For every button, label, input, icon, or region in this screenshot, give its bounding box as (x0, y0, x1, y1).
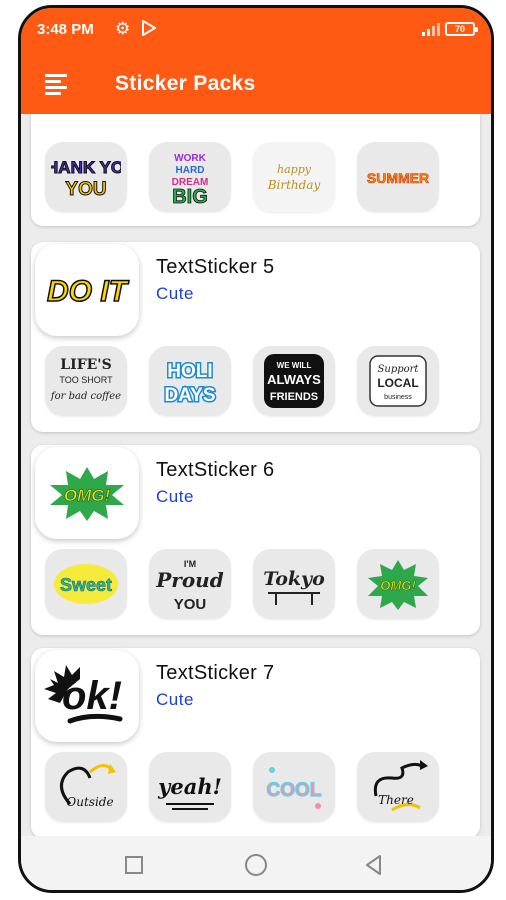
proud-of-you-sticker[interactable]: I'M Proud YOU (149, 549, 231, 619)
pack-title: TextSticker 6 (156, 459, 275, 481)
pack-tray-icon[interactable]: ok! (35, 650, 139, 742)
sticker-text: Sweet (60, 575, 112, 595)
svg-text:Support: Support (378, 364, 420, 375)
summer-sticker[interactable]: SUMMER (357, 142, 439, 212)
svg-text:HARD: HARD (176, 165, 205, 176)
sticker-text: yeah! (157, 774, 222, 799)
outside-sticker[interactable]: Outside (45, 752, 127, 822)
tray-text: DO IT (47, 275, 130, 308)
sticker-text: Tokyo (263, 568, 325, 590)
svg-text:business: business (384, 394, 412, 401)
tokyo-sticker[interactable]: Tokyo (253, 549, 335, 619)
support-local-sticker[interactable]: Support LOCAL business (357, 346, 439, 416)
svg-text:WE WILL: WE WILL (277, 361, 312, 370)
omg-sticker[interactable]: OMG! (357, 549, 439, 619)
holidays-sticker[interactable]: HOLI DAYS (149, 346, 231, 416)
phone-frame: 3:48 PM ⚙ 70 Sticker Packs THANK YOU (18, 5, 494, 893)
svg-text:FRIENDS: FRIENDS (270, 391, 318, 403)
svg-text:happy: happy (277, 163, 312, 176)
cool-sticker[interactable]: COOL (253, 752, 335, 822)
menu-icon[interactable] (45, 74, 71, 95)
work-hard-dream-big-sticker[interactable]: WORK HARD DREAM BIG (149, 142, 231, 212)
svg-text:Birthday: Birthday (267, 178, 321, 192)
sticker-text: SUMMER (367, 170, 429, 186)
svg-text:YOU: YOU (174, 596, 207, 613)
pack-subtitle: Cute (156, 487, 194, 506)
svg-text:LOCAL: LOCAL (377, 376, 418, 390)
thank-you-sticker[interactable]: THANK YOU YOU (45, 142, 127, 212)
yeah-sticker[interactable]: yeah! (149, 752, 231, 822)
sticker-text: COOL (267, 780, 322, 801)
pack-title: TextSticker 5 (156, 256, 275, 278)
sticker-pack-card[interactable]: OMG! TextSticker 6 Cute Sweet I'M Proud … (31, 445, 480, 635)
recent-apps-button[interactable] (125, 856, 143, 874)
sweet-sticker[interactable]: Sweet (45, 549, 127, 619)
back-button[interactable] (364, 854, 384, 876)
sticker-text: Outside (66, 795, 113, 809)
lifes-too-short-sticker[interactable]: LIFE'S TOO SHORT for bad coffee (45, 346, 127, 416)
gear-icon: ⚙ (115, 19, 131, 38)
svg-text:BIG: BIG (172, 186, 208, 207)
svg-text:ALWAYS: ALWAYS (267, 372, 321, 387)
sticker-pack-list[interactable]: THANK YOU YOU WORK HARD DREAM BIG happy … (21, 114, 491, 836)
sticker-pack-card[interactable]: ok! TextSticker 7 Cute Outside yeah! COO… (31, 648, 480, 836)
tray-text: ok! (62, 674, 122, 718)
system-nav-bar (21, 836, 491, 890)
signal-icon (422, 23, 440, 36)
friends-sticker[interactable]: WE WILL ALWAYS FRIENDS (253, 346, 335, 416)
svg-text:HOLI: HOLI (167, 361, 212, 382)
svg-text:Proud: Proud (155, 568, 223, 592)
sticker-pack-card[interactable]: THANK YOU YOU WORK HARD DREAM BIG happy … (31, 114, 480, 226)
status-time: 3:48 PM (37, 21, 94, 38)
svg-text:WORK: WORK (174, 153, 206, 164)
there-sticker[interactable]: There (357, 752, 439, 822)
tray-text: OMG! (64, 486, 111, 505)
app-header: 3:48 PM ⚙ 70 Sticker Packs (21, 8, 491, 114)
svg-text:YOU: YOU (65, 179, 106, 200)
pack-subtitle: Cute (156, 690, 194, 709)
svg-text:TOO SHORT: TOO SHORT (59, 375, 113, 385)
play-store-icon (142, 20, 156, 36)
svg-text:DAYS: DAYS (164, 385, 215, 406)
page-title: Sticker Packs (115, 72, 256, 95)
home-button[interactable] (245, 854, 267, 876)
pack-tray-icon[interactable]: OMG! (35, 447, 139, 539)
sticker-text: There (378, 793, 414, 807)
battery-icon: 70 (445, 22, 478, 36)
pack-title: TextSticker 7 (156, 662, 275, 684)
happy-birthday-sticker[interactable]: happy Birthday (253, 142, 335, 212)
pack-subtitle: Cute (156, 284, 194, 303)
sticker-text: OMG! (380, 578, 416, 593)
svg-text:LIFE'S: LIFE'S (60, 357, 111, 373)
status-bar: 3:48 PM ⚙ 70 (21, 8, 491, 48)
sticker-pack-card[interactable]: DO IT TextSticker 5 Cute LIFE'S TOO SHOR… (31, 242, 480, 432)
svg-text:for bad coffee: for bad coffee (50, 391, 121, 402)
sticker-text: THANK YOU (51, 158, 121, 177)
pack-tray-icon[interactable]: DO IT (35, 244, 139, 336)
